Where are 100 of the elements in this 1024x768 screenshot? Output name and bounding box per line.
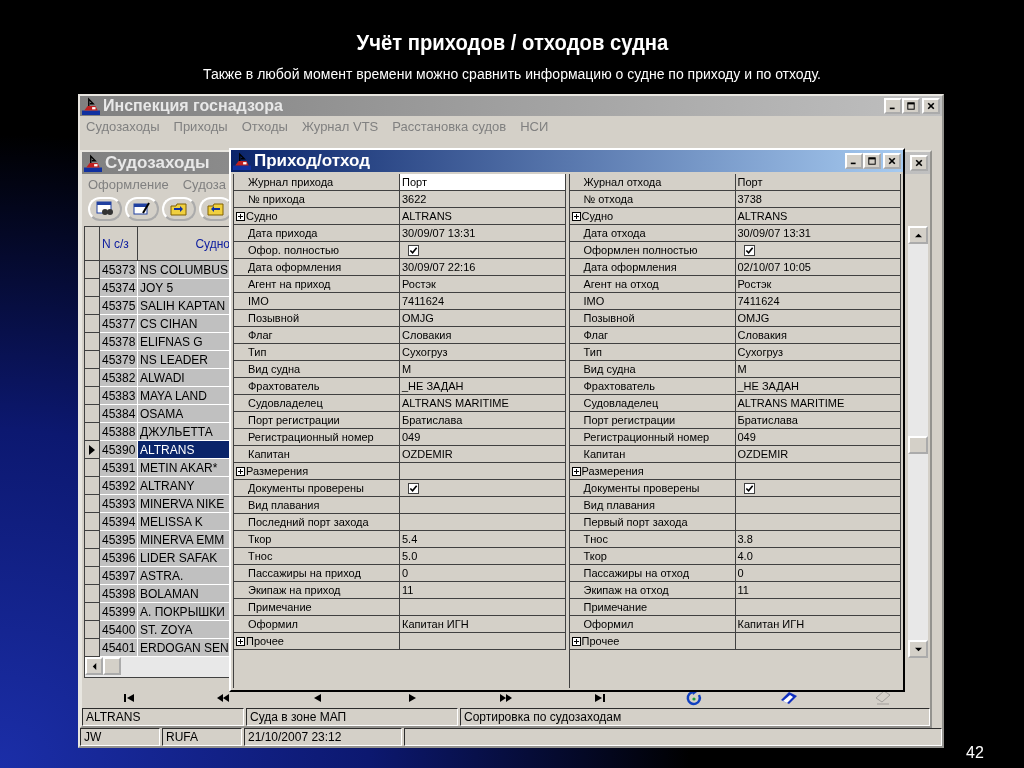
scroll-left-button[interactable] bbox=[85, 657, 103, 675]
checkbox[interactable] bbox=[743, 244, 755, 256]
row-selector[interactable] bbox=[85, 227, 100, 261]
row-selector[interactable] bbox=[85, 261, 100, 279]
property-value: 3738 bbox=[737, 193, 762, 205]
property-label: Тнос bbox=[247, 550, 273, 562]
expand-icon[interactable] bbox=[236, 466, 245, 476]
vertical-scrollbar[interactable] bbox=[908, 226, 928, 658]
property-label: Порт регистрации bbox=[247, 414, 340, 426]
row-selector[interactable] bbox=[85, 351, 100, 369]
row-selector[interactable] bbox=[85, 279, 100, 297]
property-label: Ткор bbox=[247, 533, 272, 545]
table-cell: 45383 bbox=[100, 387, 138, 405]
table-cell: 45377 bbox=[100, 315, 138, 333]
row-selector[interactable] bbox=[85, 441, 100, 459]
property-value: 049 bbox=[402, 431, 421, 443]
table-cell: 45398 bbox=[100, 585, 138, 603]
row-selector[interactable] bbox=[85, 603, 100, 621]
status-panel: Суда в зоне МАП bbox=[246, 708, 458, 726]
expand-icon[interactable] bbox=[571, 466, 581, 476]
property-label: Капитан bbox=[247, 448, 290, 460]
property-label: Судно bbox=[581, 210, 614, 222]
close-button[interactable] bbox=[883, 153, 901, 169]
row-selector[interactable] bbox=[85, 639, 100, 657]
toolbar-button[interactable] bbox=[88, 197, 122, 221]
property-label: Судовладелец bbox=[247, 397, 323, 409]
toolbar-button[interactable] bbox=[125, 197, 159, 221]
property-value: 0 bbox=[402, 567, 409, 579]
property-label: Дата отхода bbox=[582, 227, 646, 239]
property-value: OMJG bbox=[402, 312, 434, 324]
row-selector[interactable] bbox=[85, 369, 100, 387]
checkbox[interactable] bbox=[408, 482, 419, 494]
property-label: Фрахтователь bbox=[582, 380, 655, 392]
table-cell: 45382 bbox=[100, 369, 138, 387]
row-selector[interactable] bbox=[85, 477, 100, 495]
row-selector[interactable] bbox=[85, 423, 100, 441]
scroll-thumb[interactable] bbox=[103, 657, 121, 675]
play-icon bbox=[407, 694, 416, 702]
close-icon bbox=[915, 158, 923, 168]
property-label: Вид плавания bbox=[582, 499, 655, 511]
row-selector[interactable] bbox=[85, 621, 100, 639]
property-label: Порт регистрации bbox=[582, 414, 676, 426]
table-cell: 45390 bbox=[100, 441, 138, 459]
status-panel: Сортировка по судозаходам bbox=[460, 708, 930, 726]
folder-icon bbox=[170, 201, 188, 217]
property-value: OZDEMIR bbox=[402, 448, 453, 460]
row-selector[interactable] bbox=[85, 297, 100, 315]
row-selector[interactable] bbox=[85, 567, 100, 585]
scroll-thumb[interactable] bbox=[908, 436, 928, 454]
table-cell: 45399 bbox=[100, 603, 138, 621]
scroll-down-button[interactable] bbox=[908, 640, 928, 658]
expand-icon[interactable] bbox=[571, 636, 581, 646]
expand-icon[interactable] bbox=[236, 211, 245, 221]
expand-icon[interactable] bbox=[236, 636, 245, 646]
property-label: № отхода bbox=[582, 193, 634, 205]
table-cell: 45401 bbox=[100, 639, 138, 657]
table-cell: 45400 bbox=[100, 621, 138, 639]
ship-icon bbox=[84, 154, 102, 172]
page-number: 42 bbox=[966, 744, 984, 762]
property-label: Капитан bbox=[582, 448, 626, 460]
property-value: OZDEMIR bbox=[737, 448, 789, 460]
row-selector[interactable] bbox=[85, 333, 100, 351]
property-value: Словакия bbox=[737, 329, 787, 341]
property-value: _НЕ ЗАДАН bbox=[737, 380, 800, 392]
property-label: Флаг bbox=[247, 329, 273, 341]
status-panel: RUFA bbox=[162, 728, 242, 746]
checkbox[interactable] bbox=[743, 482, 755, 494]
row-selector[interactable] bbox=[85, 387, 100, 405]
checkbox[interactable] bbox=[408, 244, 419, 256]
table-cell: 45394 bbox=[100, 513, 138, 531]
toolbar-button[interactable] bbox=[162, 197, 196, 221]
row-selector[interactable] bbox=[85, 513, 100, 531]
row-selector[interactable] bbox=[85, 549, 100, 567]
property-value: Словакия bbox=[402, 329, 452, 341]
maximize-button[interactable] bbox=[863, 153, 881, 169]
row-selector[interactable] bbox=[85, 315, 100, 333]
close-icon bbox=[927, 101, 935, 111]
property-label: Ткор bbox=[582, 550, 607, 562]
property-label: Первый порт захода bbox=[582, 516, 688, 528]
binoculars-icon bbox=[96, 201, 114, 217]
expand-icon[interactable] bbox=[571, 211, 581, 221]
property-value: 11 bbox=[402, 584, 414, 596]
property-value: 5.4 bbox=[402, 533, 418, 545]
row-selector[interactable] bbox=[85, 531, 100, 549]
property-value: ALTRANS bbox=[737, 210, 788, 222]
property-label: Оформил bbox=[247, 618, 298, 630]
property-label: Прочее bbox=[246, 635, 284, 647]
property-value: ALTRANS MARITIME bbox=[402, 397, 509, 409]
table-cell: 45375 bbox=[100, 297, 138, 315]
row-selector[interactable] bbox=[85, 459, 100, 477]
column-header[interactable]: N с/з bbox=[100, 227, 138, 261]
property-label: Дата оформления bbox=[582, 261, 677, 273]
scroll-up-button[interactable] bbox=[908, 226, 928, 244]
property-value: Капитан ИГН bbox=[402, 618, 469, 630]
row-selector[interactable] bbox=[85, 585, 100, 603]
row-selector[interactable] bbox=[85, 405, 100, 423]
value-field[interactable]: Порт bbox=[402, 176, 427, 188]
window-title: Инспекция госнадзора bbox=[103, 97, 283, 115]
minimize-button[interactable] bbox=[845, 153, 863, 169]
row-selector[interactable] bbox=[85, 495, 100, 513]
